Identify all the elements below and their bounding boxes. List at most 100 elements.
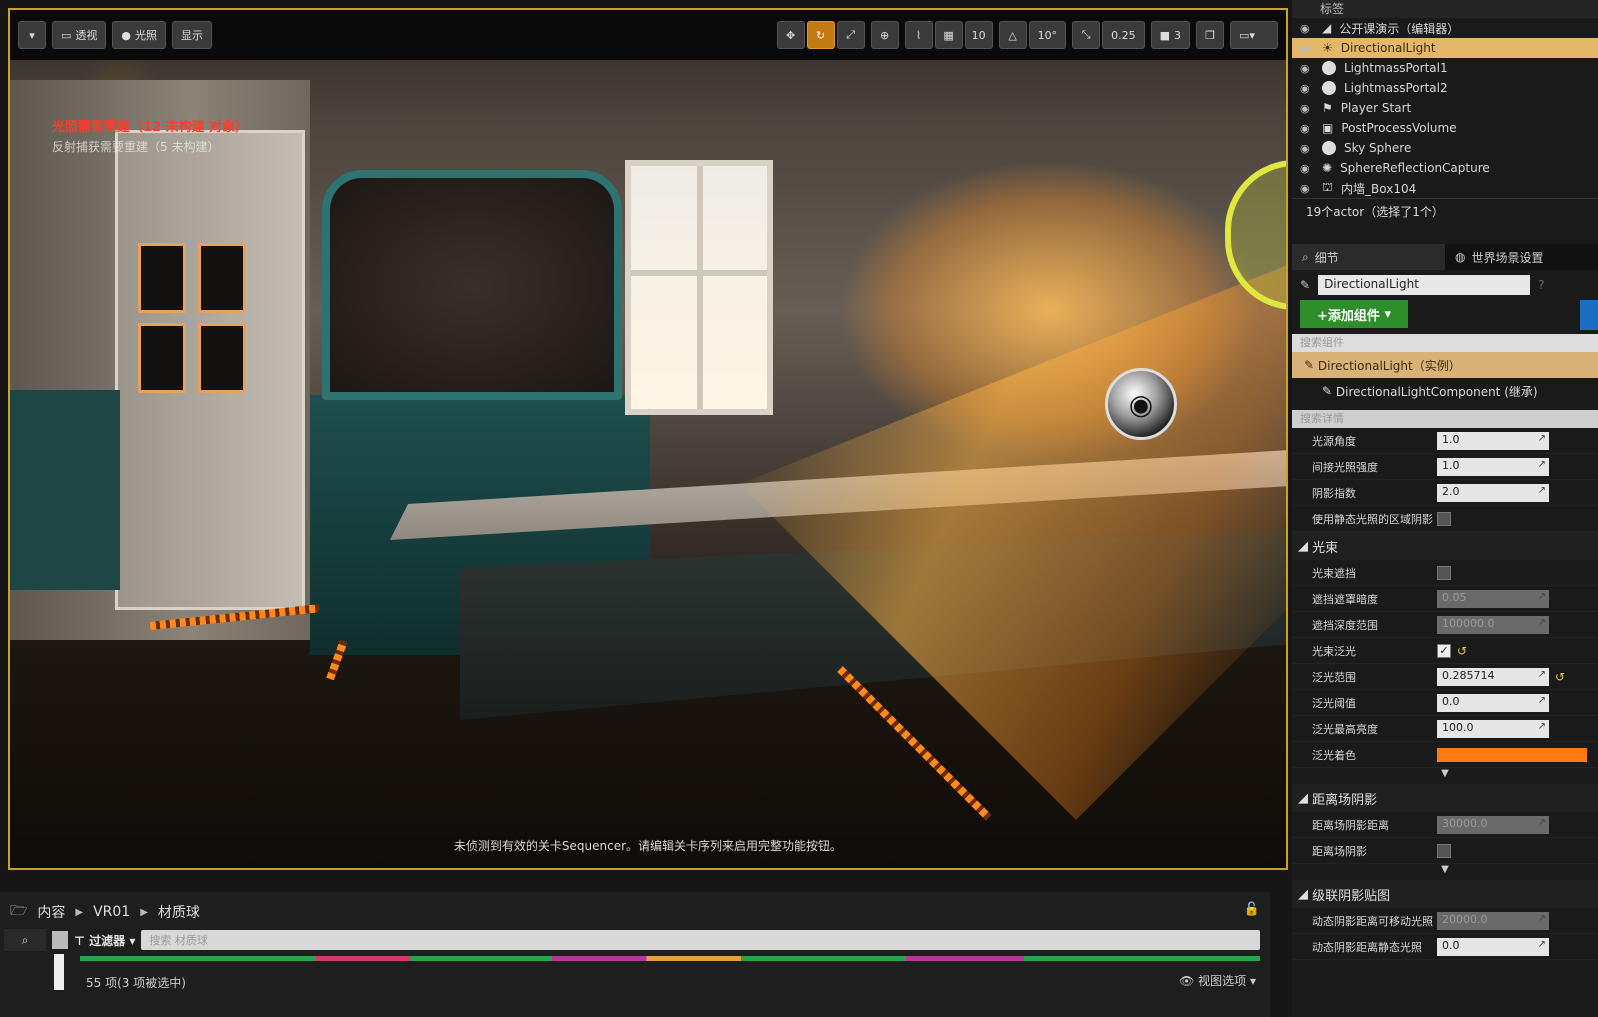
outliner-row[interactable]: ◉ Sky Sphere <box>1292 138 1598 158</box>
number-input[interactable]: 1.0 <box>1437 457 1549 476</box>
grid-snap-value[interactable]: 10 <box>964 21 993 49</box>
component-child-row[interactable]: ✎ DirectionalLightComponent (继承) <box>1292 378 1598 404</box>
add-component-button[interactable]: +添加组件 ▾ <box>1300 300 1408 328</box>
viewport-options-button[interactable]: ▾ <box>18 21 46 49</box>
mesh-icon: ⛫ <box>1322 180 1334 194</box>
lit-mode-button[interactable]: ● 光照 <box>112 21 167 49</box>
reset-icon[interactable]: ↺ <box>1457 644 1467 658</box>
outliner-row[interactable]: ◉ ⛫ 内墙_Box104 <box>1292 178 1598 198</box>
color-swatch[interactable] <box>1437 747 1587 762</box>
eye-icon[interactable]: ◉ <box>1300 42 1314 55</box>
folder-icon[interactable]: 🗁 <box>10 900 27 924</box>
eye-icon[interactable]: ◉ <box>1300 22 1314 35</box>
outliner-row[interactable]: ◉ ⚑ Player Start <box>1292 98 1598 118</box>
eye-icon[interactable]: ◉ <box>1300 82 1314 95</box>
world-local-icon[interactable]: ⊕ <box>870 21 899 49</box>
light-icon: ✎ <box>1304 358 1318 372</box>
expand-icon[interactable]: ▼ <box>1292 768 1598 784</box>
scale-snap-icon[interactable]: ⤡ <box>1072 21 1101 49</box>
number-input[interactable]: 100000.0 <box>1437 615 1549 634</box>
component-instance-row[interactable]: ✎ DirectionalLight（实例） <box>1292 352 1598 378</box>
section-header[interactable]: ◢ 级联阴影贴图 <box>1292 880 1598 908</box>
angle-snap-icon[interactable]: △ <box>998 21 1027 49</box>
light-shaft <box>740 260 1286 820</box>
translate-icon[interactable]: ✥ <box>776 21 805 49</box>
outliner-row[interactable]: ◉ LightmassPortal2 <box>1292 78 1598 98</box>
component-search-input[interactable]: 搜索组件 <box>1292 334 1598 352</box>
checkbox[interactable] <box>1437 565 1451 580</box>
view-options-button[interactable]: 👁 视图选项 ▾ <box>1179 972 1256 989</box>
eye-icon[interactable]: ◉ <box>1300 182 1314 195</box>
level-viewport[interactable]: ◉ ▾ ▭ 透视 ● 光照 显示 ✥ ↻ ⤢ ⊕ ⌇ ▦ 10 △ 10° ⤡ … <box>8 8 1288 870</box>
player-icon: ⚑ <box>1322 101 1333 115</box>
prop-row: 阴影指数 2.0 <box>1292 480 1598 506</box>
details-tabs: ⌕ 细节 ◍ 世界场景设置 <box>1292 244 1598 270</box>
checkbox[interactable] <box>1437 511 1451 526</box>
eye-icon[interactable]: ◉ <box>1300 62 1314 75</box>
number-input[interactable]: 1.0 <box>1437 431 1549 450</box>
breadcrumb-item[interactable]: 内容 <box>37 902 65 922</box>
number-input[interactable]: 0.0 <box>1437 937 1549 956</box>
tab-details[interactable]: ⌕ 细节 <box>1292 244 1445 270</box>
number-input[interactable]: 0.285714 <box>1437 667 1549 686</box>
number-input[interactable]: 30000.0 <box>1437 815 1549 834</box>
outliner-row[interactable]: ◉ ✺ SphereReflectionCapture <box>1292 158 1598 178</box>
sphere-icon <box>1322 141 1336 155</box>
search-icon[interactable]: ⌕ <box>4 929 46 951</box>
checkbox[interactable] <box>1437 843 1451 858</box>
help-icon[interactable]: ? <box>1538 278 1544 292</box>
number-input[interactable]: 0.05 <box>1437 589 1549 608</box>
outliner-row[interactable]: ◉ ☀ DirectionalLight <box>1292 38 1598 58</box>
asset-search-input[interactable]: 搜索 材质球 <box>141 930 1260 950</box>
prop-row: 泛光阈值 0.0 <box>1292 690 1598 716</box>
list-icon[interactable] <box>52 931 68 949</box>
eye-icon: 👁 <box>1179 974 1195 988</box>
lock-icon[interactable]: 🔓 <box>1244 902 1260 917</box>
eye-icon[interactable]: ◉ <box>1300 102 1314 115</box>
section-header[interactable]: ◢ 距离场阴影 <box>1292 784 1598 812</box>
outliner-row[interactable]: ◉ ◢ 公开课演示（编辑器） <box>1292 18 1598 38</box>
arched-mirror <box>322 170 622 400</box>
details-search-input[interactable]: 搜索详情 <box>1292 410 1598 428</box>
outliner-row[interactable]: ◉ ▣ PostProcessVolume <box>1292 118 1598 138</box>
layout-icon[interactable]: ▭▾ <box>1230 21 1278 49</box>
tab-world-settings[interactable]: ◍ 世界场景设置 <box>1445 244 1598 270</box>
number-input[interactable]: 2.0 <box>1437 483 1549 502</box>
filter-button[interactable]: ⊤ 过滤器 ▾ <box>74 932 135 949</box>
section-header[interactable]: ◢ 光束 <box>1292 532 1598 560</box>
show-button[interactable]: 显示 <box>172 21 213 49</box>
surface-snap-icon[interactable]: ⌇ <box>904 21 933 49</box>
blueprint-tab[interactable] <box>1580 300 1598 330</box>
expand-icon[interactable]: ▼ <box>1292 864 1598 880</box>
directional-light-gizmo[interactable]: ◉ <box>1105 368 1177 440</box>
capture-icon: ✺ <box>1322 161 1333 175</box>
maximize-icon[interactable]: ❐ <box>1196 21 1224 49</box>
scale-icon[interactable]: ⤢ <box>836 21 865 49</box>
unreal-editor: ◉ ▾ ▭ 透视 ● 光照 显示 ✥ ↻ ⤢ ⊕ ⌇ ▦ 10 △ 10° ⤡ … <box>0 0 1598 1017</box>
scrollbar[interactable] <box>54 954 64 990</box>
perspective-button[interactable]: ▭ 透视 <box>52 21 107 49</box>
actor-name-input[interactable]: DirectionalLight <box>1318 275 1531 295</box>
scale-snap-value[interactable]: 0.25 <box>1102 21 1145 49</box>
outliner-header: 标签 <box>1292 0 1598 18</box>
breadcrumb-item[interactable]: 材质球 <box>158 902 200 922</box>
angle-snap-value[interactable]: 10° <box>1028 21 1067 49</box>
breadcrumb-item[interactable]: VR01 <box>93 904 130 920</box>
number-input[interactable]: 20000.0 <box>1437 911 1549 930</box>
outliner-row[interactable]: ◉ LightmassPortal1 <box>1292 58 1598 78</box>
grid-snap-icon[interactable]: ▦ <box>934 21 963 49</box>
camera-speed-icon: ■ <box>1159 28 1170 42</box>
eye-icon[interactable]: ◉ <box>1300 122 1314 135</box>
checkbox[interactable]: ✓ <box>1437 643 1451 658</box>
prop-row: 距离场阴影 <box>1292 838 1598 864</box>
number-input[interactable]: 100.0 <box>1437 719 1549 738</box>
number-input[interactable]: 0.0 <box>1437 693 1549 712</box>
rotate-icon[interactable]: ↻ <box>806 21 835 49</box>
prop-row: 遮挡遮罩暗度 0.05 <box>1292 586 1598 612</box>
eye-icon[interactable]: ◉ <box>1300 162 1314 175</box>
eye-icon[interactable]: ◉ <box>1300 142 1314 155</box>
prop-row: 泛光着色 <box>1292 742 1598 768</box>
camera-speed-button[interactable]: ■ 3 <box>1150 21 1190 49</box>
light-icon: ☀ <box>1322 41 1333 55</box>
reset-icon[interactable]: ↺ <box>1555 670 1565 684</box>
